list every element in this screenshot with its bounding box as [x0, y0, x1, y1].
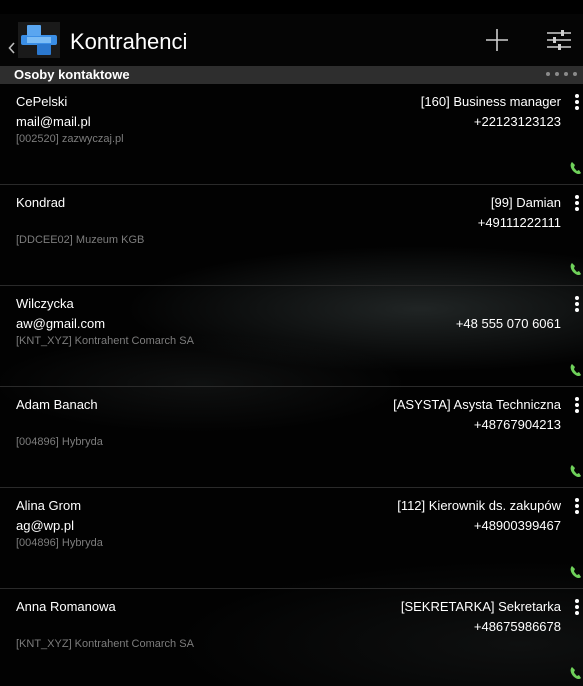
list-item[interactable]: CePelski mail@mail.pl [002520] zazwyczaj… [0, 84, 583, 185]
contact-role: [99] Damian [490, 195, 561, 210]
contact-company: [DDCEE02] Muzeum KGB [16, 234, 145, 246]
contact-company: [004896] Hybryda [16, 537, 103, 549]
list-item[interactable]: Wilczycka aw@gmail.com [KNT_XYZ] Kontrah… [0, 286, 583, 387]
more-vert-icon[interactable] [575, 296, 581, 316]
phone-call-icon[interactable] [569, 463, 583, 479]
more-vert-icon[interactable] [575, 195, 581, 215]
contact-company: [002520] zazwyczaj.pl [16, 133, 124, 145]
contact-name: Kondrad [16, 195, 66, 210]
contact-email: aw@gmail.com [16, 316, 106, 331]
contact-phone: +48767904213 [473, 417, 561, 432]
contact-phone: +48675986678 [473, 619, 561, 634]
contact-phone: +49111222111 [477, 215, 561, 230]
status-bar [0, 0, 583, 14]
contact-phone: +22123123123 [473, 114, 561, 129]
contact-role: [SEKRETARKA] Sekretarka [400, 599, 561, 614]
contact-role: [112] Kierownik ds. zakupów [397, 498, 561, 513]
section-header: Osoby kontaktowe [0, 66, 583, 84]
contact-role: [160] Business manager [420, 94, 561, 109]
phone-call-icon[interactable] [569, 261, 583, 277]
app-bar: Kontrahenci [0, 14, 583, 66]
contact-list[interactable]: CePelski mail@mail.pl [002520] zazwyczaj… [0, 84, 583, 686]
phone-call-icon[interactable] [569, 564, 583, 580]
contact-phone: +48 555 070 6061 [455, 316, 561, 331]
page-title: Kontrahenci [70, 29, 188, 54]
phone-call-icon[interactable] [569, 665, 583, 681]
contact-name: CePelski [16, 94, 68, 109]
contact-email: ag@wp.pl [16, 518, 75, 533]
section-more-icon[interactable] [546, 72, 577, 76]
list-item[interactable]: Kondrad [DDCEE02] Muzeum KGB [99] Damian… [0, 185, 583, 286]
more-vert-icon[interactable] [575, 94, 581, 114]
plus-icon[interactable] [482, 25, 512, 55]
phone-call-icon[interactable] [569, 362, 583, 378]
more-vert-icon[interactable] [575, 599, 581, 619]
phone-call-icon[interactable] [569, 160, 583, 176]
list-item[interactable]: Anna Romanowa [KNT_XYZ] Kontrahent Comar… [0, 589, 583, 686]
contact-name: Alina Grom [16, 498, 82, 513]
contact-company: [004896] Hybryda [16, 436, 103, 448]
list-item[interactable]: Alina Grom ag@wp.pl [004896] Hybryda [11… [0, 488, 583, 589]
contact-company: [KNT_XYZ] Kontrahent Comarch SA [16, 335, 194, 347]
contact-email: mail@mail.pl [16, 114, 91, 129]
contact-name: Anna Romanowa [16, 599, 116, 614]
section-title: Osoby kontaktowe [14, 67, 130, 82]
contact-company: [KNT_XYZ] Kontrahent Comarch SA [16, 638, 194, 650]
sliders-icon[interactable] [544, 25, 574, 55]
contact-name: Wilczycka [16, 296, 74, 311]
contact-role: [ASYSTA] Asysta Techniczna [393, 397, 561, 412]
more-vert-icon[interactable] [575, 498, 581, 518]
contact-name: Adam Banach [16, 397, 98, 412]
contact-phone: +48900399467 [473, 518, 561, 533]
list-item[interactable]: Adam Banach [004896] Hybryda [ASYSTA] As… [0, 387, 583, 488]
more-vert-icon[interactable] [575, 397, 581, 417]
app-logo-icon[interactable] [18, 22, 60, 58]
chevron-left-icon[interactable] [8, 42, 15, 54]
